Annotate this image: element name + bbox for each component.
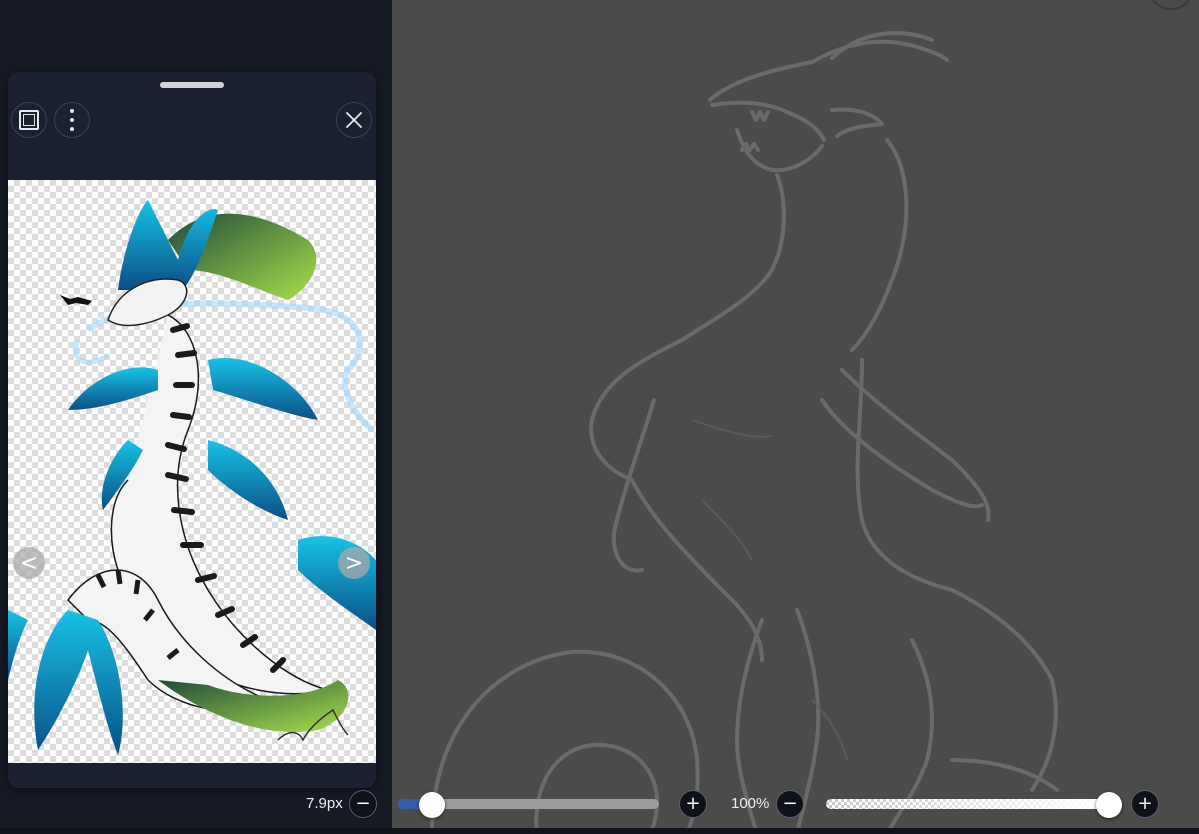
sketch-teeth bbox=[740, 110, 770, 152]
drawing-canvas[interactable] bbox=[392, 0, 1199, 834]
close-panel-button[interactable] bbox=[336, 102, 372, 138]
close-icon bbox=[346, 112, 362, 128]
chevron-left-icon: < bbox=[19, 550, 39, 576]
brush-size-increase-button[interactable]: + bbox=[679, 790, 707, 818]
sketch-shading-2 bbox=[701, 499, 753, 561]
reference-dragon-illustration bbox=[8, 200, 376, 755]
next-image-button[interactable]: > bbox=[338, 547, 370, 579]
plus-icon: + bbox=[685, 793, 701, 814]
sketch-jaw-upper bbox=[710, 100, 826, 142]
reference-image[interactable]: < > bbox=[8, 180, 376, 763]
reference-panel: < > bbox=[8, 72, 376, 788]
sketch-drawing bbox=[430, 31, 1059, 834]
previous-image-button[interactable]: < bbox=[13, 547, 45, 579]
opacity-slider[interactable] bbox=[826, 799, 1109, 809]
chevron-right-icon: > bbox=[344, 550, 364, 576]
sketch-neck-back bbox=[850, 138, 909, 352]
frame-icon bbox=[19, 110, 39, 130]
sketch-shading-1 bbox=[691, 419, 773, 438]
sketch-neck-front bbox=[680, 173, 786, 342]
brush-size-value: 7.9px bbox=[306, 795, 343, 812]
opacity-value: 100% bbox=[731, 795, 770, 812]
sketch-frill bbox=[830, 107, 884, 138]
sketch-arm-right-inner bbox=[820, 398, 984, 509]
sketch-head bbox=[708, 39, 949, 102]
sketch-belly bbox=[630, 478, 764, 662]
fit-frame-button[interactable] bbox=[11, 102, 47, 138]
opacity-decrease-button[interactable]: − bbox=[776, 790, 804, 818]
more-options-button[interactable] bbox=[54, 102, 90, 138]
brush-size-decrease-button[interactable]: − bbox=[349, 790, 377, 818]
opacity-fill bbox=[826, 799, 1109, 809]
opacity-increase-button[interactable]: + bbox=[1131, 790, 1159, 818]
sketch-tail-inner bbox=[534, 742, 659, 834]
bottom-edge bbox=[0, 828, 1199, 834]
minus-icon: − bbox=[355, 793, 371, 814]
opacity-slider-thumb[interactable] bbox=[1096, 792, 1122, 818]
minus-icon: − bbox=[782, 793, 798, 814]
drawing-app: < > 7.9px − + 100% − + bbox=[0, 0, 1199, 834]
brush-size-slider-thumb[interactable] bbox=[419, 792, 445, 818]
panel-drag-handle[interactable] bbox=[160, 82, 224, 88]
more-vertical-icon bbox=[70, 109, 74, 131]
plus-icon: + bbox=[1137, 793, 1153, 814]
